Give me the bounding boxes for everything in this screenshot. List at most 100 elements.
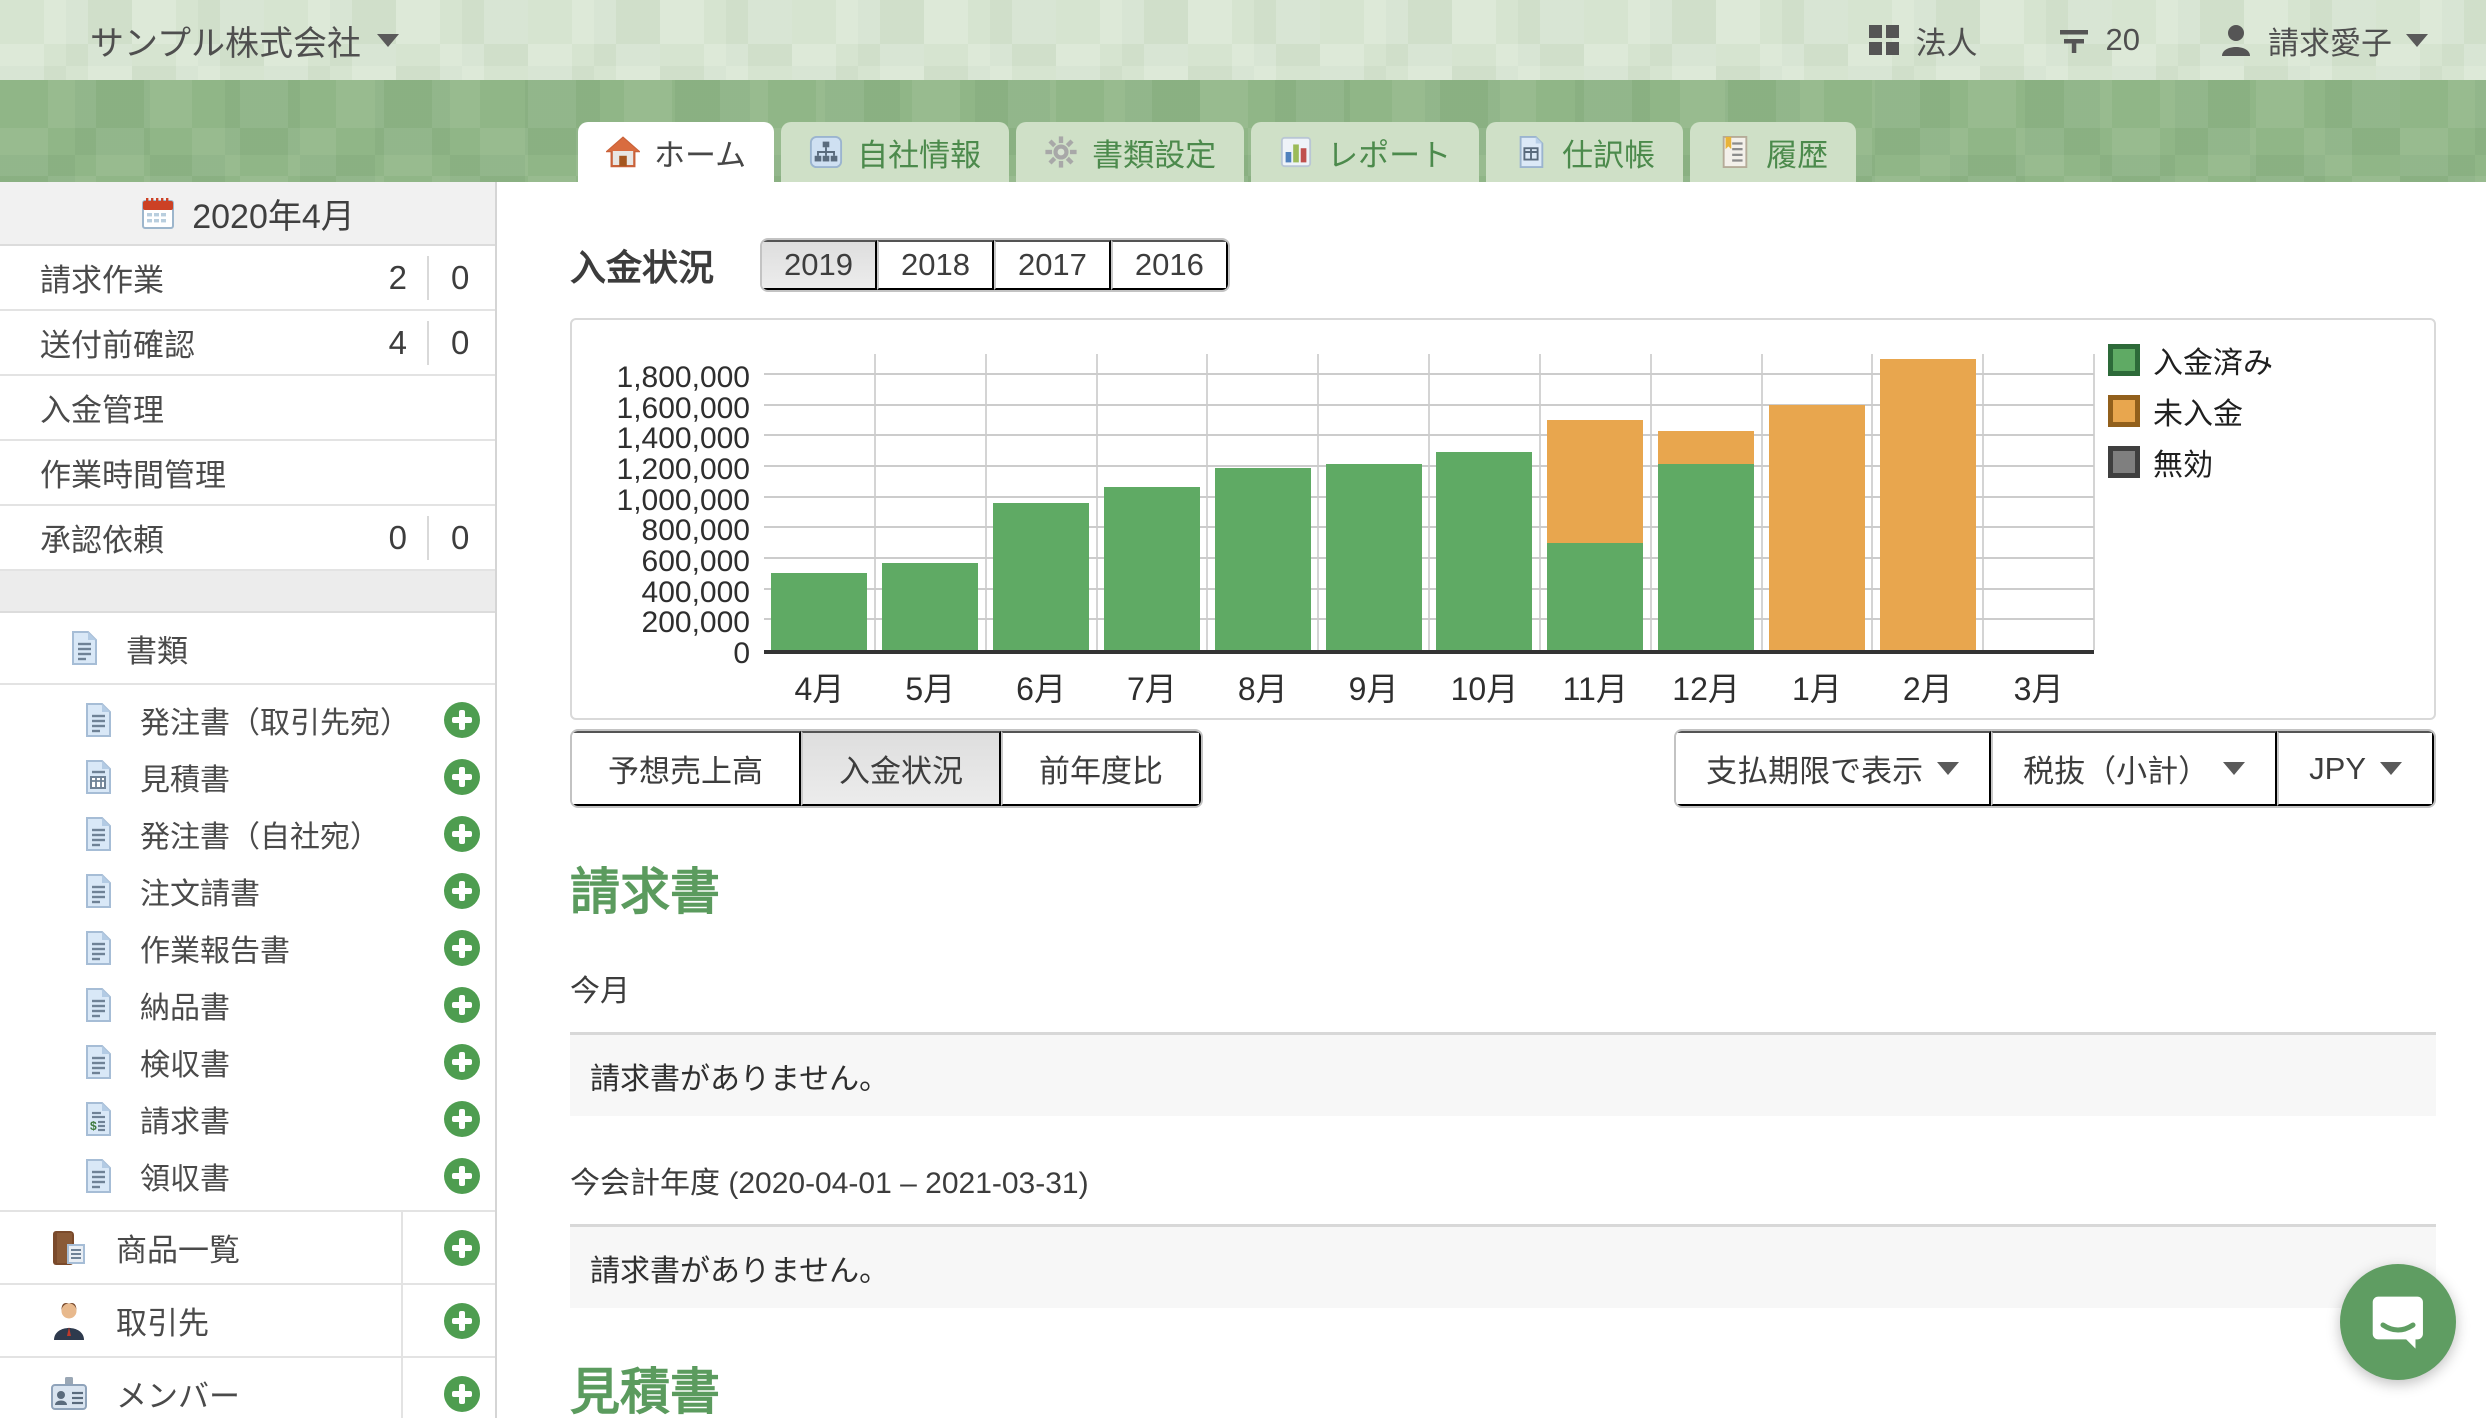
tab-自社情報[interactable]: 自社情報 [781,122,1009,182]
tab-label: 仕訳帳 [1562,130,1655,175]
add-発注書（取引先宛）-button[interactable] [444,702,480,738]
tab-履歴[interactable]: 履歴 [1690,122,1856,182]
sidebar-item-発注書（自社宛）[interactable]: 発注書（自社宛） [0,805,495,862]
sidebar-item-documents[interactable]: 書類 [0,613,495,685]
legend-swatch [2108,395,2140,427]
sidebar-item-承認依頼[interactable]: 承認依頼00 [0,506,495,571]
plus-cell [429,816,495,852]
year-button-2016[interactable]: 2016 [1111,240,1228,290]
tab-label: 自社情報 [857,130,981,175]
add-請求書-button[interactable] [444,1101,480,1137]
org-type-badge[interactable]: 法人 [1866,18,1978,63]
sidebar-spacer [0,571,495,613]
add-納品書-button[interactable] [444,987,480,1023]
sidebar-item-取引先[interactable]: 取引先 [0,1285,495,1358]
sidebar-section-label: 商品一覧 [116,1225,375,1270]
chart-vgridline [1206,354,1208,650]
section-divider [401,1357,403,1418]
document-icon [66,630,102,666]
plus-cell [429,873,495,909]
view-button-入金状況[interactable]: 入金状況 [801,731,1001,806]
year-button-2018[interactable]: 2018 [877,240,994,290]
chat-bubble-icon [2367,1291,2429,1353]
payment-status-title: 入金状況 [570,239,714,291]
add-作業報告書-button[interactable] [444,930,480,966]
year-button-2017[interactable]: 2017 [994,240,1111,290]
sidebar-item-検収書[interactable]: 検収書 [0,1033,495,1090]
chart-vgridline [1650,354,1652,650]
filter-dropdown-税抜（小計）[interactable]: 税抜（小計） [1991,731,2277,806]
sidebar-item-領収書[interactable]: 領収書 [0,1147,495,1204]
sidebar-item-請求書[interactable]: $請求書 [0,1090,495,1147]
company-menu[interactable]: サンプル株式会社 [90,16,399,65]
company-info-icon [809,135,843,169]
tab-仕訳帳[interactable]: 仕訳帳 [1486,122,1683,182]
view-button-予想売上高[interactable]: 予想売上高 [572,731,801,806]
sidebar-item-作業時間管理[interactable]: 作業時間管理 [0,441,495,506]
tab-label: 書類設定 [1092,130,1216,175]
sidebar-item-見積書[interactable]: 見積書 [0,748,495,805]
add-領収書-button[interactable] [444,1158,480,1194]
year-selector: 2019201820172016 [760,238,1230,292]
section-divider [401,1211,403,1284]
chart-view-selector: 予想売上高入金状況前年度比 [570,729,1203,808]
chart-filter-group: 支払期限で表示税抜（小計）JPY [1674,729,2436,808]
app-root: サンプル株式会社 法人 20 請求愛子 ホーム 自社情報 書類設定 レポート 仕訳帳履歴 [0,0,2486,1418]
plus-cell [429,702,495,738]
tab-書類設定[interactable]: 書類設定 [1016,122,1244,182]
sidebar-item-請求作業[interactable]: 請求作業20 [0,246,495,311]
journal-icon [1514,135,1548,169]
plus-cell [429,987,495,1023]
section-divider [401,1284,403,1357]
sidebar-task-label: 承認依頼 [40,515,367,560]
year-button-2019[interactable]: 2019 [762,240,877,290]
bar-7月-入金済み [1104,487,1200,650]
chat-launcher-button[interactable] [2340,1264,2456,1380]
invoices-this-month-empty: 請求書がありません。 [570,1032,2436,1116]
filter-dropdown-支払期限で表示[interactable]: 支払期限で表示 [1676,731,1991,806]
sidebar-month-title: 2020年4月 [192,189,355,238]
add-発注書（自社宛）-button[interactable] [444,816,480,852]
sidebar-item-入金管理[interactable]: 入金管理 [0,376,495,441]
invoices-fiscal-year-label: 今会計年度 (2020-04-01 – 2021-03-31) [570,1158,2436,1202]
sidebar-section-list: 商品一覧取引先メンバー [0,1212,495,1418]
sidebar-item-注文請書[interactable]: 注文請書 [0,862,495,919]
main-nav-band: ホーム 自社情報 書類設定 レポート 仕訳帳履歴 [0,80,2486,182]
sidebar-item-メンバー[interactable]: メンバー [0,1358,495,1418]
sidebar-item-送付前確認[interactable]: 送付前確認40 [0,311,495,376]
document-icon [80,1044,116,1080]
add-注文請書-button[interactable] [444,873,480,909]
sidebar-item-納品書[interactable]: 納品書 [0,976,495,1033]
add-商品一覧-button[interactable] [444,1230,480,1266]
view-button-前年度比[interactable]: 前年度比 [1001,731,1201,806]
tab-ホーム[interactable]: ホーム [578,122,774,182]
document-icon [80,816,116,852]
add-メンバー-button[interactable] [444,1376,480,1412]
sidebar-item-作業報告書[interactable]: 作業報告書 [0,919,495,976]
add-見積書-button[interactable] [444,759,480,795]
sidebar-doc-label: 発注書（自社宛） [140,812,405,856]
tab-label: レポート [1327,130,1451,175]
sidebar-task-label: 作業時間管理 [40,450,495,495]
document-icon [80,702,116,738]
user-menu[interactable]: 請求愛子 [2218,18,2428,63]
add-検収書-button[interactable] [444,1044,480,1080]
sidebar-month-header: 2020年4月 [0,182,495,246]
chart-y-tick-label: 1,800,000 [580,361,750,395]
home-icon [606,135,640,169]
sidebar-item-発注書（取引先宛）[interactable]: 発注書（取引先宛） [0,691,495,748]
bar-11月-入金済み [1547,543,1643,650]
plus-cell [429,1230,495,1266]
tab-レポート[interactable]: レポート [1251,122,1479,182]
postal-counter[interactable]: 20 [2056,22,2140,58]
add-取引先-button[interactable] [444,1303,480,1339]
task-count-secondary: 0 [429,259,495,297]
sidebar-item-商品一覧[interactable]: 商品一覧 [0,1212,495,1285]
filter-dropdown-JPY[interactable]: JPY [2277,731,2434,806]
plus-cell [429,1376,495,1412]
company-name: サンプル株式会社 [90,16,361,65]
chart-vgridline [985,354,987,650]
bar-12月-入金済み [1658,464,1754,650]
bar-8月-入金済み [1215,468,1311,650]
sidebar-doc-label: 領収書 [140,1154,405,1198]
